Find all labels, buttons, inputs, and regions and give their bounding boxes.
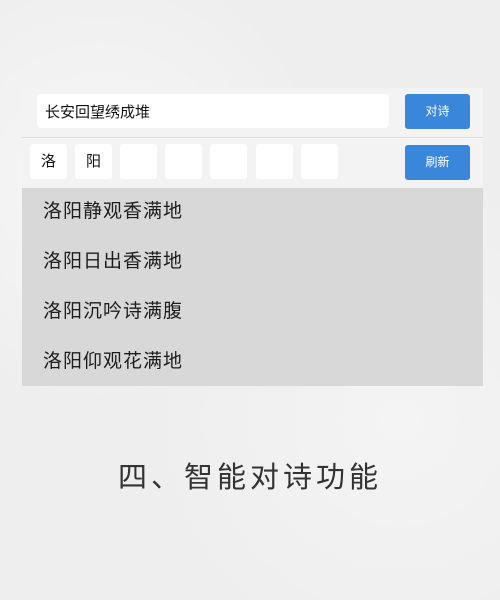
poem-input[interactable] — [37, 94, 389, 128]
results-list: 洛阳静观香满地 洛阳日出香满地 洛阳沉吟诗满腹 洛阳仰观花满地 — [22, 188, 483, 386]
feature-caption: 四、智能对诗功能 — [117, 460, 382, 494]
char-slot-6[interactable] — [256, 144, 293, 179]
char-slot-7[interactable] — [301, 144, 338, 179]
result-item-3[interactable]: 洛阳沉吟诗满腹 — [43, 296, 183, 326]
char-slot-2[interactable]: 阳 — [75, 144, 112, 179]
result-item-1[interactable]: 洛阳静观香满地 — [43, 196, 183, 226]
refresh-button[interactable]: 刷新 — [405, 145, 470, 180]
duishi-button[interactable]: 对诗 — [405, 94, 470, 129]
char-slot-5[interactable] — [210, 144, 247, 179]
divider — [22, 137, 483, 138]
char-slot-4[interactable] — [165, 144, 202, 179]
result-item-4[interactable]: 洛阳仰观花满地 — [43, 346, 183, 376]
char-slot-1[interactable]: 洛 — [30, 144, 67, 179]
char-slot-3[interactable] — [120, 144, 157, 179]
poem-panel: 对诗 洛 阳 刷新 洛阳静观香满地 洛阳日出香满地 洛阳沉吟诗满腹 洛阳仰观花满… — [22, 88, 483, 386]
result-item-2[interactable]: 洛阳日出香满地 — [43, 246, 183, 276]
